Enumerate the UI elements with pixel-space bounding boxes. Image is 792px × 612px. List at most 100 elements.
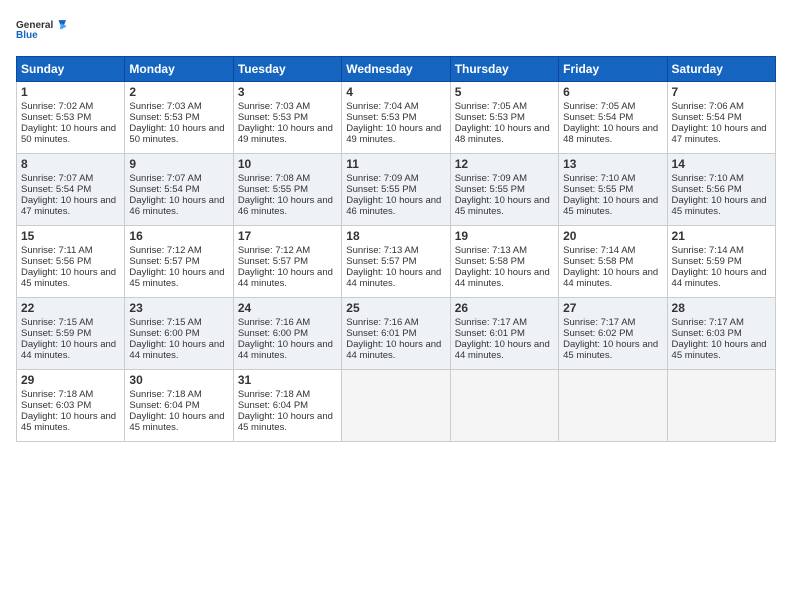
calendar-cell: 29Sunrise: 7:18 AMSunset: 6:03 PMDayligh… (17, 370, 125, 442)
day-number: 13 (563, 157, 662, 171)
sunset-text: Sunset: 6:01 PM (455, 328, 525, 339)
day-number: 7 (672, 85, 771, 99)
sunrise-text: Sunrise: 7:10 AM (563, 173, 635, 184)
sunset-text: Sunset: 5:57 PM (238, 256, 308, 267)
calendar-cell: 6Sunrise: 7:05 AMSunset: 5:54 PMDaylight… (559, 82, 667, 154)
day-number: 15 (21, 229, 120, 243)
daylight-text: Daylight: 10 hours and 44 minutes. (455, 267, 550, 289)
daylight-text: Daylight: 10 hours and 45 minutes. (672, 195, 767, 217)
sunset-text: Sunset: 5:55 PM (563, 184, 633, 195)
sunrise-text: Sunrise: 7:12 AM (129, 245, 201, 256)
day-number: 27 (563, 301, 662, 315)
sunrise-text: Sunrise: 7:03 AM (238, 101, 310, 112)
calendar-week-4: 22Sunrise: 7:15 AMSunset: 5:59 PMDayligh… (17, 298, 776, 370)
sunset-text: Sunset: 5:58 PM (563, 256, 633, 267)
sunrise-text: Sunrise: 7:12 AM (238, 245, 310, 256)
sunset-text: Sunset: 6:01 PM (346, 328, 416, 339)
day-number: 8 (21, 157, 120, 171)
calendar-cell: 14 Sunrise: 7:10 AMSunset: 5:56 PMDayligh… (667, 154, 775, 226)
day-number: 10 (238, 157, 337, 171)
calendar-week-5: 29Sunrise: 7:18 AMSunset: 6:03 PMDayligh… (17, 370, 776, 442)
sunset-text: Sunset: 5:56 PM (21, 256, 91, 267)
calendar-week-2: 8Sunrise: 7:07 AMSunset: 5:54 PMDaylight… (17, 154, 776, 226)
daylight-text: Daylight: 10 hours and 45 minutes. (21, 267, 116, 289)
sunrise-text: Sunrise: 7:07 AM (129, 173, 201, 184)
sunset-text: Sunset: 6:02 PM (563, 328, 633, 339)
daylight-text: Daylight: 10 hours and 49 minutes. (346, 123, 441, 145)
sunrise-text: Sunrise: 7:14 AM (672, 245, 744, 256)
calendar-cell: 5Sunrise: 7:05 AMSunset: 5:53 PMDaylight… (450, 82, 558, 154)
calendar-cell: 24Sunrise: 7:16 AMSunset: 6:00 PMDayligh… (233, 298, 341, 370)
calendar-cell (342, 370, 450, 442)
calendar-cell: 22Sunrise: 7:15 AMSunset: 5:59 PMDayligh… (17, 298, 125, 370)
calendar-table: SundayMondayTuesdayWednesdayThursdayFrid… (16, 56, 776, 442)
day-header-sunday: Sunday (17, 57, 125, 82)
header-row: SundayMondayTuesdayWednesdayThursdayFrid… (17, 57, 776, 82)
sunset-text: Sunset: 5:54 PM (672, 112, 742, 123)
sunset-text: Sunset: 5:53 PM (238, 112, 308, 123)
svg-text:Blue: Blue (16, 30, 38, 41)
sunset-text: Sunset: 5:59 PM (672, 256, 742, 267)
sunset-text: Sunset: 5:53 PM (455, 112, 525, 123)
sunrise-text: Sunrise: 7:09 AM (346, 173, 418, 184)
day-number: 23 (129, 301, 228, 315)
daylight-text: Daylight: 10 hours and 45 minutes. (455, 195, 550, 217)
day-number: 1 (21, 85, 120, 99)
sunset-text: Sunset: 5:55 PM (238, 184, 308, 195)
calendar-cell: 25Sunrise: 7:16 AMSunset: 6:01 PMDayligh… (342, 298, 450, 370)
day-number: 31 (238, 373, 337, 387)
sunrise-text: Sunrise: 7:17 AM (672, 317, 744, 328)
calendar-cell: 16Sunrise: 7:12 AMSunset: 5:57 PMDayligh… (125, 226, 233, 298)
day-number: 3 (238, 85, 337, 99)
day-number: 14 (672, 157, 771, 171)
calendar-cell: 26Sunrise: 7:17 AMSunset: 6:01 PMDayligh… (450, 298, 558, 370)
daylight-text: Daylight: 10 hours and 45 minutes. (129, 267, 224, 289)
daylight-text: Daylight: 10 hours and 44 minutes. (346, 267, 441, 289)
sunrise-text: Sunrise: 7:16 AM (346, 317, 418, 328)
day-number: 2 (129, 85, 228, 99)
day-number: 29 (21, 373, 120, 387)
day-number: 21 (672, 229, 771, 243)
calendar-cell (450, 370, 558, 442)
calendar-page: General Blue SundayMondayTuesdayWednesda… (0, 0, 792, 612)
calendar-week-1: 1 Sunrise: 7:02 AM Sunset: 5:53 PM Daylight… (17, 82, 776, 154)
svg-text:General: General (16, 20, 53, 31)
day-header-thursday: Thursday (450, 57, 558, 82)
sunset-text: Sunset: 6:03 PM (21, 400, 91, 411)
sunset-text: Sunset: 5:54 PM (21, 184, 91, 195)
logo: General Blue (16, 16, 66, 46)
sunrise-text: Sunrise: 7:10 AM (672, 173, 744, 184)
calendar-cell: 28Sunrise: 7:17 AMSunset: 6:03 PMDayligh… (667, 298, 775, 370)
calendar-cell: 19Sunrise: 7:13 AMSunset: 5:58 PMDayligh… (450, 226, 558, 298)
daylight-text: Daylight: 10 hours and 45 minutes. (672, 339, 767, 361)
day-number: 19 (455, 229, 554, 243)
sunrise-text: Sunrise: 7:17 AM (455, 317, 527, 328)
sunset-text: Sunset: 5:57 PM (346, 256, 416, 267)
day-number: 20 (563, 229, 662, 243)
sunset-text: Sunset: 5:56 PM (672, 184, 742, 195)
daylight-text: Daylight: 10 hours and 44 minutes. (238, 339, 333, 361)
day-number: 5 (455, 85, 554, 99)
sunrise-text: Sunrise: 7:05 AM (455, 101, 527, 112)
sunrise-text: Sunrise: 7:15 AM (21, 317, 93, 328)
sunrise-text: Sunrise: 7:02 AM (21, 101, 93, 112)
calendar-cell: 3Sunrise: 7:03 AMSunset: 5:53 PMDaylight… (233, 82, 341, 154)
calendar-cell: 11Sunrise: 7:09 AMSunset: 5:55 PMDayligh… (342, 154, 450, 226)
calendar-cell: 12Sunrise: 7:09 AMSunset: 5:55 PMDayligh… (450, 154, 558, 226)
calendar-cell: 15Sunrise: 7:11 AMSunset: 5:56 PMDayligh… (17, 226, 125, 298)
sunset-text: Sunset: 5:54 PM (129, 184, 199, 195)
calendar-cell: 2Sunrise: 7:03 AMSunset: 5:53 PMDaylight… (125, 82, 233, 154)
daylight-text: Daylight: 10 hours and 46 minutes. (238, 195, 333, 217)
day-number: 11 (346, 157, 445, 171)
logo-icon: General Blue (16, 16, 66, 46)
sunset-text: Sunset: 5:59 PM (21, 328, 91, 339)
sunset-text: Sunset: 5:55 PM (455, 184, 525, 195)
sunrise-text: Sunrise: 7:13 AM (455, 245, 527, 256)
daylight-text: Daylight: 10 hours and 47 minutes. (21, 195, 116, 217)
calendar-cell: 31Sunrise: 7:18 AMSunset: 6:04 PMDayligh… (233, 370, 341, 442)
sunrise-text: Sunrise: 7:18 AM (21, 389, 93, 400)
daylight-text: Daylight: 10 hours and 50 minutes. (21, 123, 116, 145)
sunrise-text: Sunrise: 7:08 AM (238, 173, 310, 184)
calendar-cell: 27Sunrise: 7:17 AMSunset: 6:02 PMDayligh… (559, 298, 667, 370)
day-number: 26 (455, 301, 554, 315)
